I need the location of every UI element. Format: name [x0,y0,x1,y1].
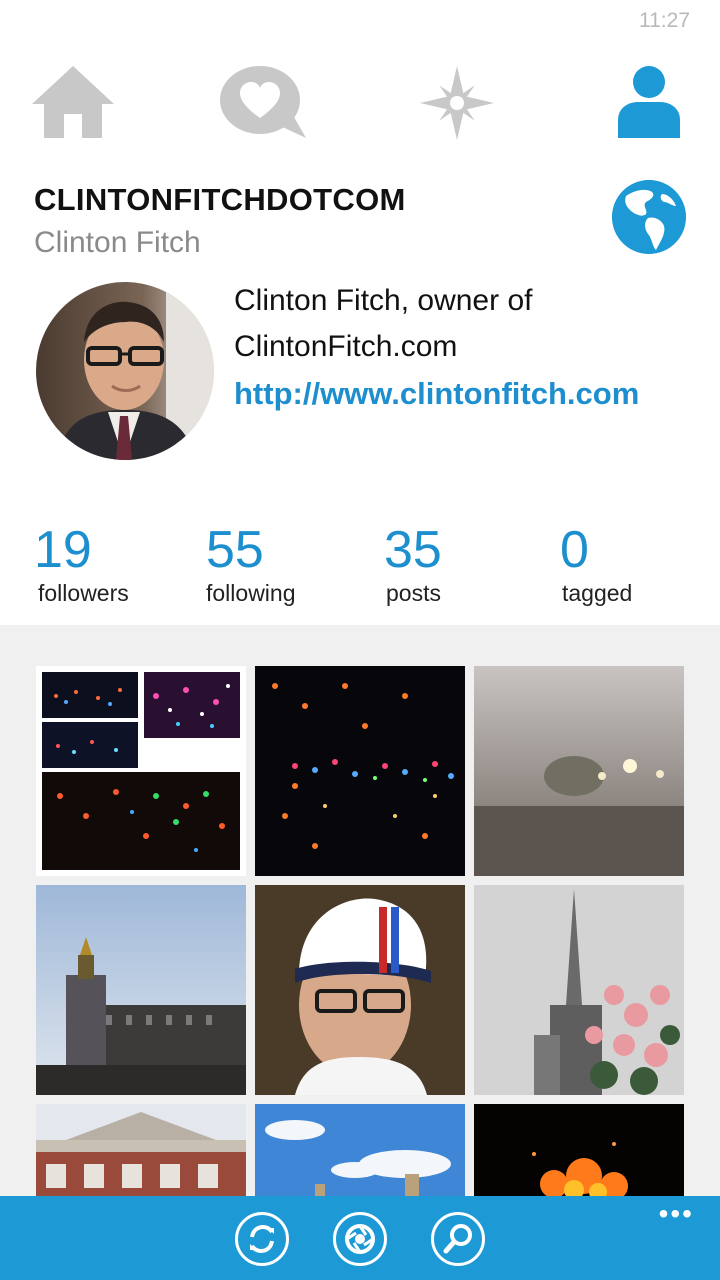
app-bar: ••• [0,1196,720,1280]
refresh-button[interactable] [235,1212,289,1266]
camera-button[interactable] [333,1212,387,1266]
photo-light-trees-collage[interactable] [36,666,246,876]
tagged-count: 0 [560,521,589,579]
photo-foggy-night-street[interactable] [474,666,684,876]
home-icon[interactable] [30,64,116,140]
stat-posts[interactable]: 35 posts [384,522,442,607]
followers-count: 19 [34,521,92,579]
more-options-button[interactable]: ••• [659,1200,694,1228]
photo-grid[interactable] [0,625,720,1196]
refresh-icon [250,1224,274,1254]
globe-icon [612,180,686,254]
explore-compass-icon[interactable] [418,64,496,142]
stat-following[interactable]: 55 following [206,522,296,607]
posts-count: 35 [384,521,442,579]
bio-line-1: Clinton Fitch, owner of [234,284,533,317]
tagged-label: tagged [562,580,633,606]
status-time: 11:27 [639,9,690,32]
stat-tagged[interactable]: 0 tagged [560,522,632,607]
camera-icon [345,1224,375,1254]
search-icon [443,1224,472,1254]
following-label: following [206,580,296,606]
photo-bonfire-night[interactable] [474,1104,684,1196]
full-name: Clinton Fitch [34,226,201,259]
photo-victoria-memorial-palace[interactable] [36,885,246,1095]
posts-label: posts [386,580,441,606]
activity-heart-icon[interactable] [216,64,310,140]
avatar [36,282,214,460]
photo-christmas-lights-trees[interactable] [255,666,465,876]
followers-label: followers [38,580,129,606]
profile-person-icon[interactable] [612,64,686,138]
following-count: 55 [206,521,264,579]
photo-museum-facade[interactable] [36,1104,246,1196]
photo-cathedral-spire-roses[interactable] [474,885,684,1095]
photo-city-skyline-blue-sky[interactable] [255,1104,465,1196]
search-button[interactable] [431,1212,485,1266]
status-bar: 11:27 [0,0,720,44]
stat-followers[interactable]: 19 followers [34,522,129,607]
username: CLINTONFITCHDOTCOM [34,182,406,217]
website-link[interactable]: http://www.clintonfitch.com [234,376,639,412]
globe-map-button[interactable] [612,180,686,254]
bio-line-2: ClintonFitch.com [234,330,458,363]
photo-selfie-williams-martini-cap[interactable] [255,885,465,1095]
